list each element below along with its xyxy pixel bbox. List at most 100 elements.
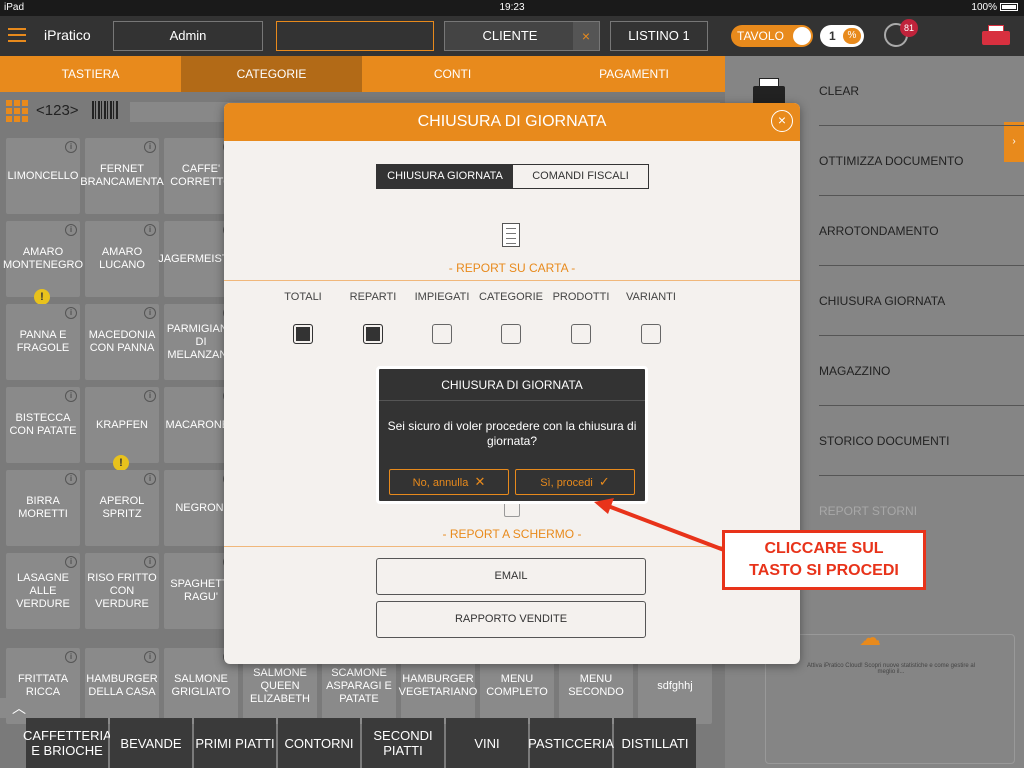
report-checkbox[interactable] [432,324,452,344]
printer-icon[interactable] [982,23,1010,49]
product-tile[interactable]: PANNA E FRAGOLE i [6,304,80,380]
report-column-label: CATEGORIE [479,291,543,303]
customer-clear-icon[interactable]: × [573,22,599,50]
product-tile[interactable]: BIRRA MORETTI i [6,470,80,546]
sales-report-button[interactable]: RAPPORTO VENDITE [376,601,646,638]
product-name: sdfghhj [657,679,693,692]
product-name: FRITTATA RICCA [17,673,69,698]
menu-ottimizza-documento[interactable]: OTTIMIZZA DOCUMENTO [819,126,1024,196]
tab-tastiera[interactable]: TASTIERA [0,56,181,92]
menu-storico-documenti[interactable]: STORICO DOCUMENTI [819,406,1024,476]
info-icon[interactable]: i [144,556,156,568]
product-tile[interactable]: LIMONCELLO i [6,138,80,214]
annotation-line-2: TASTO SI PROCEDI [749,562,899,579]
menu-clear[interactable]: CLEAR [819,56,1024,126]
product-tile[interactable]: MACEDONIA CON PANNA i [85,304,159,380]
info-icon[interactable]: i [65,473,77,485]
product-tile[interactable]: FERNET BRANCAMENTA i [80,138,164,214]
category-button[interactable]: SECONDI PIATTI [362,718,444,768]
info-icon[interactable]: i [144,224,156,236]
product-tile[interactable]: HAMBURGER DELLA CASA i [85,648,159,724]
info-icon[interactable]: i [144,141,156,153]
tab-categorie[interactable]: CATEGORIE [181,56,362,92]
product-name: FERNET BRANCAMENTA [80,163,164,188]
ios-status-bar: iPad 19:23 100% [0,0,1024,16]
battery-percent: 100% [971,2,997,13]
cloud-promo-text: Attiva iPratico Cloud! Scopri nuove stat… [806,663,976,675]
globe-icon[interactable]: 81 [884,19,918,47]
product-tile[interactable]: AMARO MONTENEGRO i! [3,221,83,305]
chevron-up-icon[interactable]: ︿ [0,698,38,718]
info-icon[interactable]: i [65,141,77,153]
category-button[interactable]: BEVANDE [110,718,192,768]
info-icon[interactable]: i [144,390,156,402]
info-icon[interactable]: i [144,473,156,485]
cloud-icon: ☁ [859,625,881,650]
product-name: NEGRONI [175,501,227,514]
operator-button[interactable]: Admin [113,21,263,51]
cloud-promo[interactable]: ☁ Attiva iPratico Cloud! Scopri nuove st… [765,625,1015,764]
pricelist-button[interactable]: LISTINO 1 [610,21,708,51]
cancel-button[interactable]: No, annulla ✕ [389,469,509,495]
product-tile[interactable]: BISTECCA CON PATATE i [6,387,80,463]
info-icon[interactable]: i [65,224,77,236]
confirm-message: Sei sicuro di voler procedere con la chi… [387,419,637,448]
category-button[interactable]: PRIMI PIATTI [194,718,276,768]
segment-comandi-fiscali[interactable]: COMANDI FISCALI [513,165,648,188]
info-icon[interactable]: i [65,651,77,663]
product-tile[interactable]: LASAGNE ALLE VERDURE i [6,553,80,629]
segment-chiusura-giornata[interactable]: CHIUSURA GIORNATA [377,165,513,188]
product-tile[interactable]: RISO FRITTO CON VERDURE i [85,553,159,629]
product-name: HAMBURGER DELLA CASA [86,673,158,698]
category-button[interactable]: PASTICCERIA [528,718,614,768]
info-icon[interactable]: i [65,556,77,568]
battery-icon [1000,3,1018,12]
menu-arrotondamento[interactable]: ARROTONDAMENTO [819,196,1024,266]
product-name: MENU SECONDO [568,673,624,698]
email-button[interactable]: EMAIL [376,558,646,595]
quantity-selector[interactable]: 1% [820,25,864,47]
cancel-label: No, annulla [412,477,469,489]
report-checkbox[interactable] [293,324,313,344]
product-name: SALMONE QUEEN ELIZABETH [250,666,310,705]
report-checkbox[interactable] [641,324,661,344]
menu-icon[interactable] [8,28,26,42]
table-name-field[interactable] [276,21,434,51]
customer-selector[interactable]: CLIENTE × [444,21,600,51]
numpad-toggle[interactable]: <123> [36,102,79,119]
tavolo-label: TAVOLO [737,29,784,43]
product-name: MENU COMPLETO [486,673,548,698]
toggle-knob [793,27,811,45]
percent-button[interactable]: % [843,28,861,44]
menu-magazzino[interactable]: MAGAZZINO [819,336,1024,406]
report-column-label: REPARTI [349,291,397,303]
product-name: HAMBURGER VEGETARIANO [398,673,478,698]
product-tile[interactable]: KRAPFEN i! [85,387,159,471]
product-tile[interactable]: AMARO LUCANO i [85,221,159,297]
report-checkbox[interactable] [501,324,521,344]
report-checkbox[interactable] [363,324,383,344]
info-icon[interactable]: i [144,651,156,663]
annotation-callout: CLICCARE SUL TASTO SI PROCEDI [722,530,926,590]
modal-title: CHIUSURA DI GIORNATA [224,103,800,141]
menu-chiusura-giornata[interactable]: CHIUSURA GIORNATA [819,266,1024,336]
tab-pagamenti[interactable]: PAGAMENTI [543,56,725,92]
grid-view-icon[interactable] [6,100,28,122]
product-name: RISO FRITTO CON VERDURE [87,571,157,610]
tavolo-toggle[interactable]: TAVOLO [731,25,813,47]
category-button[interactable]: CAFFETTERIA E BRIOCHE [23,718,112,768]
barcode-icon[interactable] [92,101,118,119]
category-button[interactable]: VINI [446,718,528,768]
tab-conti[interactable]: CONTI [362,56,543,92]
clock: 19:23 [499,2,525,13]
report-checkbox[interactable] [571,324,591,344]
category-button[interactable]: DISTILLATI [614,718,696,768]
product-tile[interactable]: APEROL SPRITZ i [85,470,159,546]
info-icon[interactable]: i [144,307,156,319]
category-button[interactable]: CONTORNI [278,718,360,768]
close-icon[interactable]: × [771,110,793,132]
product-name: APEROL SPRITZ [99,495,145,520]
info-icon[interactable]: i [65,307,77,319]
info-icon[interactable]: i [65,390,77,402]
confirm-proceed-button[interactable]: Sì, procedi ✓ [515,469,635,495]
